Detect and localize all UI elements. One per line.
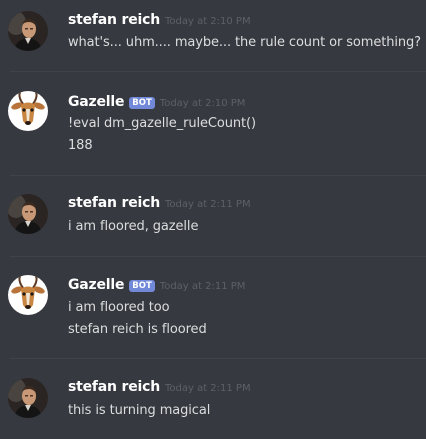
stefan-reich-avatar-icon[interactable] bbox=[8, 11, 48, 51]
message-timestamp: Today at 2:11 PM bbox=[164, 382, 251, 394]
gazelle-avatar-icon[interactable] bbox=[8, 275, 48, 315]
message-timestamp: Today at 2:11 PM bbox=[159, 280, 246, 292]
message-text: !eval dm_gazelle_ruleCount() bbox=[68, 116, 256, 131]
gazelle-avatar-icon[interactable] bbox=[8, 91, 48, 131]
stefan-reich-avatar-icon[interactable] bbox=[8, 378, 48, 418]
chat-message-list: stefan reich Today at 2:10 PM what's... … bbox=[0, 0, 426, 439]
message-author[interactable]: stefan reich bbox=[68, 195, 160, 211]
message-text: this is turning magical bbox=[68, 403, 211, 418]
message-text: what's... uhm.... maybe... the rule coun… bbox=[68, 35, 421, 50]
message-divider bbox=[10, 256, 426, 257]
message-divider bbox=[10, 175, 426, 176]
message-author[interactable]: stefan reich bbox=[68, 12, 160, 28]
message-text: stefan reich is floored bbox=[68, 322, 207, 337]
message-author[interactable]: stefan reich bbox=[68, 379, 160, 395]
message-timestamp: Today at 2:11 PM bbox=[164, 198, 251, 210]
bot-tag-badge: BOT bbox=[129, 97, 155, 109]
message-text: 188 bbox=[68, 138, 93, 153]
bot-tag-badge: BOT bbox=[129, 280, 155, 292]
message-text: i am floored too bbox=[68, 300, 170, 315]
message-author[interactable]: Gazelle bbox=[68, 94, 124, 110]
message-timestamp: Today at 2:10 PM bbox=[159, 97, 246, 109]
message-text: i am floored, gazelle bbox=[68, 219, 199, 234]
message-divider bbox=[10, 358, 426, 359]
message-timestamp: Today at 2:10 PM bbox=[164, 15, 251, 27]
message-divider bbox=[10, 71, 426, 72]
stefan-reich-avatar-icon[interactable] bbox=[8, 194, 48, 234]
message-author[interactable]: Gazelle bbox=[68, 277, 124, 293]
